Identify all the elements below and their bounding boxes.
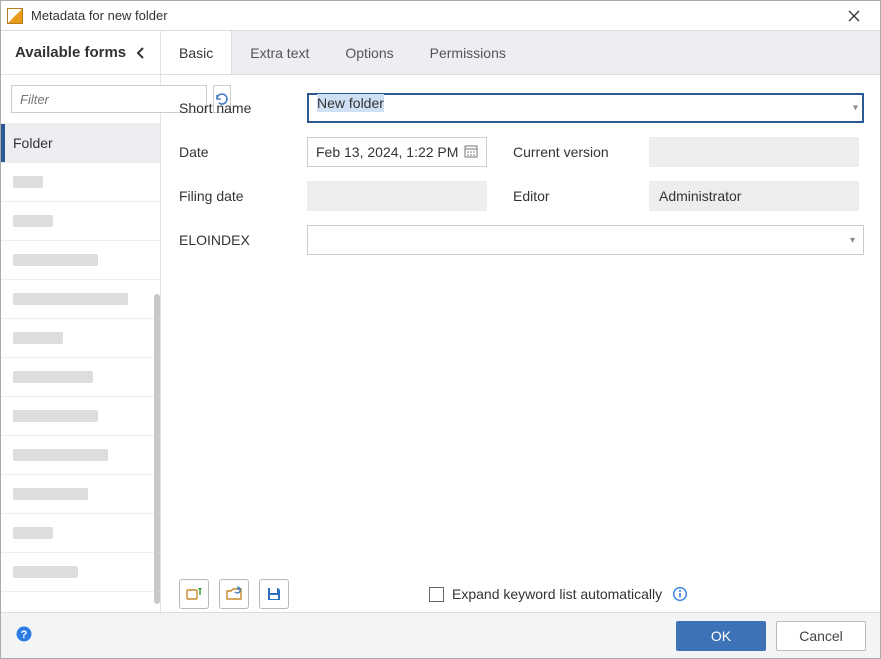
form-toolbar: Expand keyword list automatically bbox=[179, 579, 864, 612]
collapse-sidebar-button[interactable] bbox=[132, 44, 150, 62]
expand-keywords-checkbox[interactable]: Expand keyword list automatically bbox=[429, 586, 662, 602]
open-folder-button[interactable] bbox=[219, 579, 249, 609]
close-button[interactable] bbox=[834, 2, 874, 30]
content-pane: Basic Extra text Options Permissions Sho… bbox=[161, 31, 880, 612]
placeholder-icon bbox=[13, 410, 98, 422]
dialog: Metadata for new folder Available forms bbox=[0, 0, 881, 659]
form-item[interactable] bbox=[1, 553, 160, 592]
cancel-label: Cancel bbox=[799, 628, 843, 644]
app-icon bbox=[7, 8, 23, 24]
spacer bbox=[179, 269, 864, 579]
form-item-folder[interactable]: Folder bbox=[1, 124, 160, 163]
eloindex-combo[interactable]: ▾ bbox=[307, 225, 864, 255]
placeholder-icon bbox=[13, 449, 108, 461]
label-date: Date bbox=[179, 144, 299, 160]
placeholder-icon bbox=[13, 254, 98, 266]
label-eloindex: ELOINDEX bbox=[179, 232, 299, 248]
form-item[interactable] bbox=[1, 397, 160, 436]
chevron-left-icon bbox=[136, 47, 146, 59]
label-filing-date: Filing date bbox=[179, 188, 299, 204]
tab-permissions[interactable]: Permissions bbox=[412, 31, 524, 74]
placeholder-icon bbox=[13, 527, 53, 539]
load-keywording-button[interactable] bbox=[179, 579, 209, 609]
placeholder-icon bbox=[13, 332, 63, 344]
expand-keywords-label: Expand keyword list automatically bbox=[452, 586, 662, 602]
form-item-label: Folder bbox=[13, 135, 53, 151]
form-item[interactable] bbox=[1, 202, 160, 241]
filter-row bbox=[1, 75, 160, 124]
tab-label: Basic bbox=[179, 45, 213, 61]
ok-label: OK bbox=[711, 628, 731, 644]
window-title: Metadata for new folder bbox=[31, 8, 834, 23]
current-version-value bbox=[649, 137, 859, 167]
svg-text:?: ? bbox=[21, 629, 28, 641]
form-item[interactable] bbox=[1, 514, 160, 553]
label-current-version: Current version bbox=[513, 144, 623, 160]
label-editor: Editor bbox=[513, 188, 623, 204]
filing-date-value bbox=[307, 181, 487, 211]
sidebar-title: Available forms bbox=[15, 44, 126, 61]
tab-label: Options bbox=[345, 45, 393, 61]
tab-label: Extra text bbox=[250, 45, 309, 61]
placeholder-icon bbox=[13, 176, 43, 188]
sidebar-header: Available forms bbox=[1, 31, 160, 75]
tab-extra-text[interactable]: Extra text bbox=[232, 31, 327, 74]
placeholder-icon bbox=[13, 371, 93, 383]
label-short-name: Short name bbox=[179, 100, 299, 116]
titlebar: Metadata for new folder bbox=[1, 1, 880, 31]
row-date-version: Date Feb 13, 2024, 1:22 PM Current versi… bbox=[179, 137, 864, 167]
close-icon bbox=[848, 10, 860, 22]
form-item[interactable] bbox=[1, 280, 160, 319]
placeholder-icon bbox=[13, 293, 128, 305]
save-button[interactable] bbox=[259, 579, 289, 609]
scrollbar[interactable] bbox=[154, 294, 160, 604]
checkbox-icon bbox=[429, 587, 444, 602]
help-icon: ? bbox=[15, 625, 33, 643]
placeholder-icon bbox=[13, 566, 78, 578]
date-value: Feb 13, 2024, 1:22 PM bbox=[316, 144, 458, 160]
cancel-button[interactable]: Cancel bbox=[776, 621, 866, 651]
footer: ? OK Cancel bbox=[1, 612, 880, 658]
editor-value: Administrator bbox=[649, 181, 859, 211]
form-area: Short name New folder ▾ Date Feb 13, 202… bbox=[161, 75, 880, 612]
short-name-field[interactable]: New folder ▾ bbox=[307, 93, 864, 123]
placeholder-icon bbox=[13, 488, 88, 500]
info-button[interactable] bbox=[672, 586, 688, 602]
import-icon bbox=[185, 585, 203, 603]
calendar-icon bbox=[464, 144, 478, 161]
form-item[interactable] bbox=[1, 436, 160, 475]
form-item[interactable] bbox=[1, 475, 160, 514]
save-icon bbox=[265, 585, 283, 603]
forms-list: Folder bbox=[1, 124, 160, 612]
tab-bar: Basic Extra text Options Permissions bbox=[161, 31, 880, 75]
form-item[interactable] bbox=[1, 241, 160, 280]
sidebar: Available forms Folder bbox=[1, 31, 161, 612]
date-input[interactable]: Feb 13, 2024, 1:22 PM bbox=[307, 137, 487, 167]
row-eloindex: ELOINDEX ▾ bbox=[179, 225, 864, 255]
info-icon bbox=[672, 586, 688, 602]
tab-options[interactable]: Options bbox=[327, 31, 411, 74]
tab-label: Permissions bbox=[430, 45, 506, 61]
help-button[interactable]: ? bbox=[15, 625, 33, 646]
form-item[interactable] bbox=[1, 163, 160, 202]
row-short-name: Short name New folder ▾ bbox=[179, 93, 864, 123]
chevron-down-icon: ▾ bbox=[850, 235, 855, 246]
short-name-value: New folder bbox=[317, 94, 384, 112]
form-item[interactable] bbox=[1, 319, 160, 358]
row-filing-editor: Filing date Editor Administrator bbox=[179, 181, 864, 211]
main: Available forms Folder bbox=[1, 31, 880, 612]
tab-basic[interactable]: Basic bbox=[161, 31, 232, 74]
placeholder-icon bbox=[13, 215, 53, 227]
folder-icon bbox=[225, 585, 243, 603]
form-item[interactable] bbox=[1, 358, 160, 397]
ok-button[interactable]: OK bbox=[676, 621, 766, 651]
